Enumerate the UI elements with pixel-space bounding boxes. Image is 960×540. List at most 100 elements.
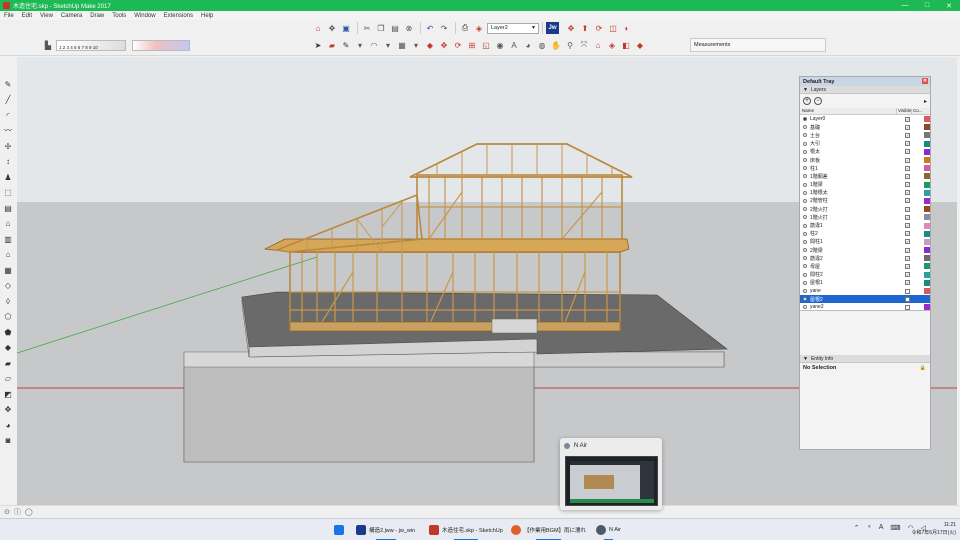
layer-visible-checkbox[interactable]: ✓	[905, 116, 910, 122]
move-icon[interactable]: ✥	[2, 404, 14, 416]
layer-row[interactable]: 屋根1 ✓	[800, 279, 930, 287]
active-layer-radio[interactable]	[803, 289, 807, 294]
active-layer-radio[interactable]	[803, 215, 807, 220]
menu-view[interactable]: View	[36, 13, 57, 19]
layer-color-swatch[interactable]	[924, 247, 930, 254]
geo-location-icon[interactable]: ⊙	[4, 508, 10, 516]
layer-visible-checkbox[interactable]: ✓	[905, 255, 910, 261]
layer-color-swatch[interactable]	[924, 296, 930, 303]
microphone-icon[interactable]: ♆	[866, 524, 871, 532]
layer-visible-checkbox[interactable]: ✓	[905, 157, 910, 163]
model-info-icon[interactable]: ◈	[473, 22, 485, 34]
layer-color-swatch[interactable]	[924, 255, 930, 262]
move-icon[interactable]: ✥	[438, 39, 450, 51]
menu-camera[interactable]: Camera	[57, 13, 86, 19]
layer-row[interactable]: 基礎 ✓	[800, 123, 930, 131]
layer-visible-checkbox[interactable]: ✓	[905, 182, 910, 188]
layer-name[interactable]: 柱2	[810, 230, 898, 237]
layer-color-swatch[interactable]	[924, 132, 930, 139]
wireframe-icon[interactable]: ◊	[2, 295, 14, 307]
layer-name[interactable]: 筋違2	[810, 255, 898, 262]
position-camera-icon[interactable]: ◙	[2, 435, 14, 447]
layer-visible-checkbox[interactable]: ✓	[905, 239, 910, 245]
menu-file[interactable]: File	[0, 13, 18, 19]
active-layer-radio[interactable]	[803, 305, 807, 310]
push-pull-icon[interactable]: ◆	[424, 39, 436, 51]
layer-color-swatch[interactable]	[924, 238, 930, 245]
layer-name[interactable]: 1階根太	[810, 189, 898, 196]
active-layer-radio[interactable]	[803, 125, 807, 130]
layer-color-swatch[interactable]	[924, 181, 930, 188]
active-layer-radio[interactable]	[803, 198, 807, 203]
entity-info-header[interactable]: ▼ Entity Info	[800, 355, 930, 363]
layer-color-swatch[interactable]	[924, 140, 930, 147]
active-layer-radio[interactable]	[803, 141, 807, 146]
components-icon[interactable]: ✥	[326, 22, 338, 34]
active-layer-radio[interactable]	[803, 207, 807, 212]
text-icon[interactable]: A	[508, 39, 520, 51]
active-layer-radio[interactable]	[803, 190, 807, 195]
paste-icon[interactable]: ▤	[389, 22, 401, 34]
active-layer-radio[interactable]	[803, 272, 807, 277]
layer-visible-checkbox[interactable]: ✓	[905, 214, 910, 220]
active-layer-radio[interactable]	[803, 256, 807, 261]
layer-row[interactable]: 柱1 ✓	[800, 164, 930, 172]
layer-row[interactable]: 1階梁 ✓	[800, 181, 930, 189]
active-layer-radio[interactable]	[803, 297, 807, 302]
arc-tool-icon[interactable]: ◜	[2, 109, 14, 121]
layer-visible-checkbox[interactable]: ✓	[905, 173, 910, 179]
push-pull-icon[interactable]: ⬆	[579, 22, 591, 34]
layer-color-swatch[interactable]	[924, 279, 930, 286]
layer-row[interactable]: 母屋 ✓	[800, 262, 930, 270]
layer-name[interactable]: 2階梁	[810, 247, 898, 254]
active-layer-radio[interactable]	[803, 174, 807, 179]
layer-color-swatch[interactable]	[924, 173, 930, 180]
layer-visible-checkbox[interactable]: ✓	[905, 149, 910, 155]
erase-icon[interactable]: ⊗	[403, 22, 415, 34]
active-layer-radio[interactable]	[803, 248, 807, 253]
print-icon[interactable]: ⎙	[459, 22, 471, 34]
details-icon[interactable]: ▸	[924, 98, 927, 105]
credits-icon[interactable]: ⓘ	[14, 507, 21, 517]
layer-row[interactable]: 間柱2 ✓	[800, 271, 930, 279]
paint-bucket-icon[interactable]: ◕	[522, 39, 534, 51]
layer-name[interactable]: 柱1	[810, 165, 898, 172]
layer-name[interactable]: 根太	[810, 148, 898, 155]
active-layer-radio[interactable]	[803, 264, 807, 269]
layer-name[interactable]: 2階管柱	[810, 197, 898, 204]
layer-visible-checkbox[interactable]: ✓	[905, 132, 910, 138]
xray-icon[interactable]: ◇	[2, 280, 14, 292]
user-icon[interactable]: ◯	[25, 508, 33, 516]
layer-visible-checkbox[interactable]: ✓	[905, 165, 910, 171]
layer-visible-checkbox[interactable]: ✓	[905, 190, 910, 196]
active-layer-radio[interactable]	[803, 117, 807, 122]
column-name[interactable]: Name	[800, 108, 896, 114]
offset-icon[interactable]: ◫	[607, 22, 619, 34]
layer-color-swatch[interactable]	[924, 263, 930, 270]
layer-visible-checkbox[interactable]: ✓	[905, 280, 910, 286]
layer-row[interactable]: yane	[800, 287, 930, 295]
layer-row[interactable]: 床板 ✓	[800, 156, 930, 164]
layers-panel-header[interactable]: ▼ Layers	[800, 86, 930, 94]
pan-icon[interactable]: ✋	[550, 39, 562, 51]
layer-visible-checkbox[interactable]: ✓	[905, 223, 910, 229]
active-layer-radio[interactable]	[803, 239, 807, 244]
hidden-line-icon[interactable]: ⬠	[2, 311, 14, 323]
layer-row[interactable]: 2階梁 ✓	[800, 246, 930, 254]
layer-row[interactable]: 屋根2 ✓	[800, 295, 930, 304]
taskbar-item-firefox[interactable]: 【作業用BGM】雨に濡れ	[507, 520, 590, 540]
chevron-down-icon[interactable]: ▾	[410, 39, 422, 51]
tape-measure-icon[interactable]: ◉	[494, 39, 506, 51]
select-arrow-icon[interactable]: ➤	[312, 39, 324, 51]
layer-name[interactable]: 筋違1	[810, 222, 898, 229]
layer-color-swatch[interactable]	[924, 116, 930, 123]
zoom-icon[interactable]: ⚲	[564, 39, 576, 51]
maximize-button[interactable]: □	[916, 0, 938, 11]
layer-color-swatch[interactable]	[924, 214, 930, 221]
layer-name[interactable]: 2階火打	[810, 206, 898, 213]
layer-row[interactable]: 間柱1 ✓	[800, 238, 930, 246]
layer-row[interactable]: 1階根太 ✓	[800, 189, 930, 197]
taskbar-item-sketchup[interactable]: 木造住宅.skp - SketchUp	[425, 520, 507, 540]
menu-window[interactable]: Window	[130, 13, 159, 19]
active-layer-radio[interactable]	[803, 149, 807, 154]
